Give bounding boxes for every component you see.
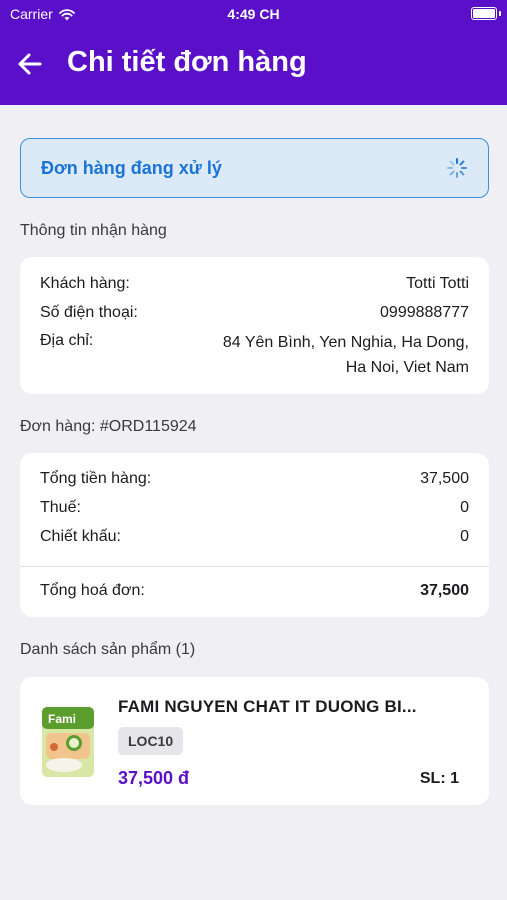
total-label: Tổng hoá đơn: (40, 582, 145, 599)
battery-tip (499, 11, 501, 16)
customer-label: Khách hàng: (40, 275, 130, 292)
summary-divider (20, 566, 489, 567)
status-bar: Carrier 4:49 CH (0, 0, 507, 30)
discount-row: Chiết khấu: 0 (40, 528, 469, 548)
address-label: Địa chỉ: (40, 332, 94, 349)
product-thumb-brand: Fami (48, 712, 76, 726)
products-section-title: Danh sách sản phẩm (1) (20, 641, 196, 658)
shipping-section-title: Thông tin nhận hàng (20, 222, 167, 239)
total-row: Tổng hoá đơn: 37,500 (40, 582, 469, 602)
customer-value: Totti Totti (406, 275, 469, 292)
phone-value: 0999888777 (380, 304, 469, 321)
address-line-2: Ha Noi, Viet Nam (345, 359, 469, 376)
customer-row: Khách hàng: Totti Totti (40, 275, 469, 295)
address-value: 84 Yên Bình, Yen Nghia, Ha Dong, Ha Noi,… (223, 330, 469, 380)
tax-label: Thuế: (40, 499, 81, 516)
product-quantity: SL: 1 (419, 770, 459, 787)
discount-value: 0 (460, 528, 469, 545)
product-sku-badge: LOC10 (118, 727, 184, 755)
battery-icon (471, 7, 497, 20)
address-row: Địa chỉ: 84 Yên Bình, Yen Nghia, Ha Dong… (40, 332, 469, 382)
product-thumbnail-image: Fami (42, 707, 94, 777)
phone-label: Số điện thoại: (40, 304, 138, 321)
address-line-1: 84 Yên Bình, Yen Nghia, Ha Dong, (222, 334, 469, 351)
subtotal-value: 37,500 (420, 470, 469, 487)
order-section-title: Đơn hàng: #ORD115924 (20, 418, 197, 435)
shipping-info-card: Khách hàng: Totti Totti Số điện thoại: 0… (20, 257, 489, 394)
discount-label: Chiết khấu: (40, 528, 121, 545)
order-status-banner: Đơn hàng đang xử lý (20, 138, 489, 198)
clock: 4:49 CH (227, 6, 280, 22)
order-status-text: Đơn hàng đang xử lý (41, 158, 222, 178)
product-name: FAMI NGUYEN CHAT IT DUONG BI... (118, 697, 417, 716)
total-value: 37,500 (420, 582, 469, 599)
phone-row: Số điện thoại: 0999888777 (40, 304, 469, 324)
spinner-icon (447, 158, 467, 178)
product-price: 37,500 đ (118, 768, 190, 788)
app-header: Carrier 4:49 CH Chi tiết đơn hàng (0, 0, 507, 105)
back-button[interactable] (14, 48, 46, 80)
tax-value: 0 (460, 499, 469, 516)
page-title: Chi tiết đơn hàng (67, 46, 307, 78)
order-summary-card: Tổng tiền hàng: 37,500 Thuế: 0 Chiết khấ… (20, 453, 489, 617)
navigation-bar: Chi tiết đơn hàng (0, 36, 507, 92)
tax-row: Thuế: 0 (40, 499, 469, 519)
arrow-left-icon (18, 53, 42, 75)
product-item-card[interactable]: Fami FAMI NGUYEN CHAT IT DUONG BI... LOC… (20, 677, 489, 805)
subtotal-row: Tổng tiền hàng: 37,500 (40, 470, 469, 490)
subtotal-label: Tổng tiền hàng: (40, 470, 152, 487)
